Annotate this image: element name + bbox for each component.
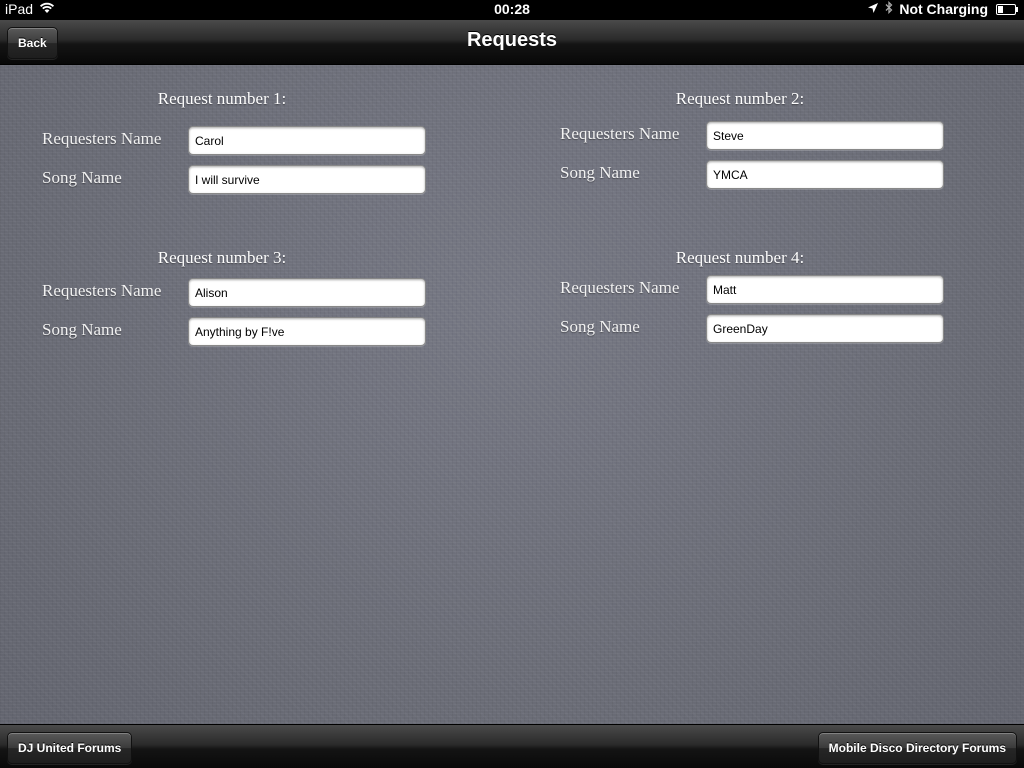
song-name-field[interactable] xyxy=(188,165,426,194)
requester-name-label: Requesters Name xyxy=(560,124,680,143)
mobile-disco-directory-forums-button[interactable]: Mobile Disco Directory Forums xyxy=(817,732,1017,764)
song-name-label: Song Name xyxy=(560,163,640,182)
requester-name-field[interactable] xyxy=(188,126,426,155)
requester-name-label: Requesters Name xyxy=(560,278,680,297)
page-title: Requests xyxy=(466,29,558,51)
song-name-field[interactable] xyxy=(706,160,944,189)
dj-united-forums-button[interactable]: DJ United Forums xyxy=(7,732,133,764)
navigation-bar: Back Requests xyxy=(0,20,1024,65)
request-title: Request number 1: xyxy=(157,89,287,108)
bluetooth-icon xyxy=(885,0,893,17)
requester-name-label: Requesters Name xyxy=(42,129,162,148)
request-title: Request number 4: xyxy=(675,248,805,267)
charging-status: Not Charging xyxy=(899,1,988,17)
song-name-field[interactable] xyxy=(706,314,944,343)
status-right: Not Charging xyxy=(867,0,1018,17)
song-name-field[interactable] xyxy=(188,317,426,346)
requester-name-label: Requesters Name xyxy=(42,281,162,300)
requester-name-field[interactable] xyxy=(706,275,944,304)
request-title: Request number 3: xyxy=(157,248,287,267)
bottom-toolbar: DJ United Forums Mobile Disco Directory … xyxy=(0,724,1024,768)
song-name-label: Song Name xyxy=(560,317,640,336)
status-bar: iPad 00:28 Not Charging xyxy=(0,0,1024,20)
song-name-label: Song Name xyxy=(42,168,122,187)
requester-name-field[interactable] xyxy=(706,121,944,150)
request-title: Request number 2: xyxy=(675,89,805,108)
location-arrow-icon xyxy=(867,1,879,17)
battery-icon xyxy=(996,3,1018,15)
requester-name-field[interactable] xyxy=(188,278,426,307)
song-name-label: Song Name xyxy=(42,320,122,339)
